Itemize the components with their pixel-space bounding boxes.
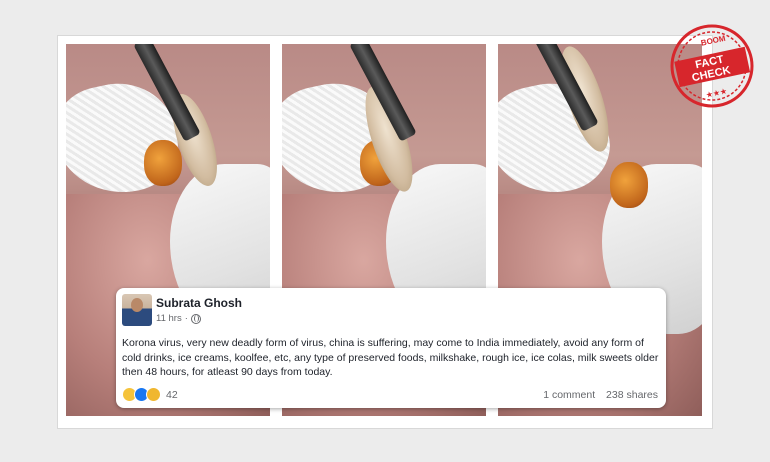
- meta-separator: ·: [184, 313, 188, 324]
- image-card: Subrata Ghosh 11 hrs · Korona virus, ver…: [58, 36, 712, 428]
- badge-brand: BOOM: [700, 34, 727, 48]
- wow-icon: [146, 387, 161, 402]
- engagement-summary: 1 comment 238 shares: [543, 389, 658, 401]
- reaction-count: 42: [166, 388, 178, 401]
- comments-link[interactable]: 1 comment: [543, 389, 595, 401]
- post-time[interactable]: 11 hrs: [156, 313, 182, 324]
- author-name[interactable]: Subrata Ghosh: [156, 296, 242, 310]
- wound: [610, 162, 648, 208]
- avatar-face: [131, 298, 143, 312]
- shares-link[interactable]: 238 shares: [606, 389, 658, 401]
- facebook-post: Subrata Ghosh 11 hrs · Korona virus, ver…: [116, 288, 666, 408]
- post-meta: 11 hrs ·: [156, 313, 201, 324]
- wound: [144, 140, 182, 186]
- post-message: Korona virus, very new deadly form of vi…: [122, 337, 659, 378]
- avatar[interactable]: [122, 294, 152, 326]
- globe-icon[interactable]: [190, 313, 201, 324]
- reactions-summary[interactable]: 42: [122, 387, 178, 402]
- fact-check-badge: BOOM FACT CHECK ★★★: [670, 24, 754, 108]
